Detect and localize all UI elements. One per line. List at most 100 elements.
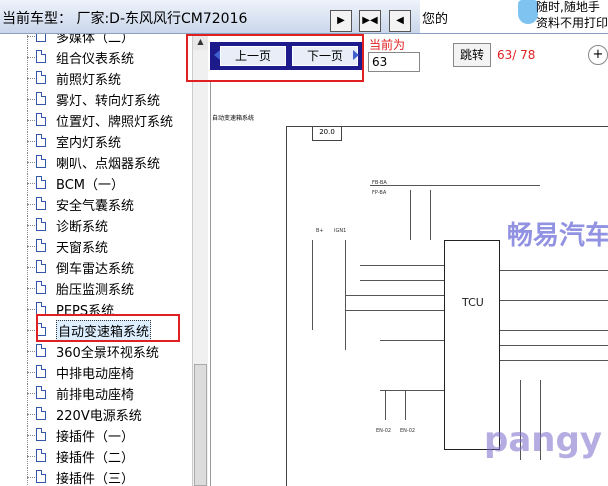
tree-connector-dash bbox=[27, 36, 35, 37]
diagram-label: EN-02 bbox=[376, 428, 392, 434]
tcu-module bbox=[444, 240, 500, 450]
sidebar-item[interactable]: 前排电动座椅 bbox=[0, 383, 192, 403]
document-icon bbox=[36, 176, 46, 189]
wire-line bbox=[360, 280, 444, 281]
tree-connector-dash bbox=[27, 204, 35, 205]
sidebar-item[interactable]: 喇叭、点烟器系统 bbox=[0, 152, 192, 172]
watermark-logo: pangy bbox=[484, 420, 602, 460]
sidebar-item[interactable]: 雾灯、转向灯系统 bbox=[0, 89, 192, 109]
document-icon bbox=[36, 155, 46, 168]
tree-connector-dash bbox=[27, 351, 35, 352]
document-icon bbox=[36, 197, 46, 210]
sidebar-item-label: 多媒体（二） bbox=[56, 34, 135, 46]
tree-connector-dash bbox=[27, 330, 35, 331]
sidebar-item[interactable]: 接插件（一） bbox=[0, 425, 192, 445]
sidebar-item-label: 胎压监测系统 bbox=[56, 283, 135, 298]
page-count: 63/ 78 bbox=[497, 48, 536, 62]
document-icon bbox=[36, 50, 46, 63]
sidebar-item-label: 天窗系统 bbox=[56, 241, 109, 256]
nav-highlight-box bbox=[186, 34, 364, 82]
document-icon bbox=[36, 71, 46, 84]
tree-connector-dash bbox=[27, 456, 35, 457]
zoom-in-button[interactable]: + bbox=[588, 45, 608, 65]
current-page-label: 当前为 bbox=[369, 38, 406, 52]
sidebar-item[interactable]: 组合仪表系统 bbox=[0, 47, 192, 67]
document-icon bbox=[36, 281, 46, 294]
tree-connector-dash bbox=[27, 393, 35, 394]
sidebar-item[interactable]: 前照灯系统 bbox=[0, 68, 192, 88]
selection-highlight-box bbox=[36, 314, 180, 342]
ad-line-2: 资料不用打印 bbox=[536, 16, 608, 30]
tree-connector-dash bbox=[27, 225, 35, 226]
wire-line bbox=[500, 345, 608, 346]
sidebar-item-label: 喇叭、点烟器系统 bbox=[56, 157, 161, 172]
sidebar-item-label: 接插件（三） bbox=[56, 472, 135, 486]
sidebar-item-label: 220V电源系统 bbox=[56, 409, 142, 424]
document-icon bbox=[36, 407, 46, 420]
sidebar-item[interactable]: 360全景环视系统 bbox=[0, 341, 192, 361]
page-number-input[interactable] bbox=[368, 52, 420, 72]
wire-line bbox=[345, 310, 444, 311]
sidebar-item[interactable]: 位置灯、牌照灯系统 bbox=[0, 110, 192, 130]
play-forward-button[interactable]: ▶ bbox=[330, 10, 352, 32]
sidebar-item-label: 前照灯系统 bbox=[56, 73, 122, 88]
diagram-label: B+ bbox=[316, 228, 324, 234]
diagram-tab: 20.0 bbox=[312, 126, 342, 141]
tree-connector-dash bbox=[27, 372, 35, 373]
document-icon bbox=[36, 34, 46, 42]
document-icon bbox=[36, 92, 46, 105]
diagram-label: FP-BA bbox=[372, 190, 387, 196]
vehicle-title: 当前车型： 厂家:D-东风风行CM72016 bbox=[2, 11, 248, 27]
wire-line bbox=[500, 270, 608, 271]
wire-line bbox=[345, 295, 444, 296]
sidebar-item[interactable]: 安全气囊系统 bbox=[0, 194, 192, 214]
tree-connector-dash bbox=[27, 99, 35, 100]
wire-line bbox=[500, 330, 608, 331]
play-back-button[interactable]: ◀ bbox=[389, 10, 411, 32]
sidebar-item[interactable]: 接插件（二） bbox=[0, 446, 192, 466]
document-icon bbox=[36, 134, 46, 147]
sidebar-item-label: 位置灯、牌照灯系统 bbox=[56, 115, 174, 130]
document-heading: 自动变速箱系统 bbox=[212, 115, 255, 122]
sidebar-item[interactable]: 220V电源系统 bbox=[0, 404, 192, 424]
sidebar-item[interactable]: 天窗系统 bbox=[0, 236, 192, 256]
sidebar-item-label: 组合仪表系统 bbox=[56, 52, 135, 67]
sidebar-item[interactable]: 室内灯系统 bbox=[0, 131, 192, 151]
document-icon bbox=[36, 449, 46, 462]
sidebar-item[interactable]: 胎压监测系统 bbox=[0, 278, 192, 298]
sidebar-item-label: 360全景环视系统 bbox=[56, 346, 159, 361]
sidebar-item-label: 诊断系统 bbox=[56, 220, 109, 235]
sidebar-item[interactable]: 倒车雷达系统 bbox=[0, 257, 192, 277]
sidebar-item[interactable]: 接插件（三） bbox=[0, 467, 192, 486]
sidebar-item-label: 中排电动座椅 bbox=[56, 367, 135, 382]
jump-button[interactable]: 跳转 bbox=[453, 43, 491, 67]
note-text: 您的 bbox=[422, 12, 449, 27]
document-icon bbox=[36, 365, 46, 378]
sidebar-item[interactable]: 中排电动座椅 bbox=[0, 362, 192, 382]
sidebar-tree: 多媒体（二） 组合仪表系统 前照灯系统雾灯、转向灯系统 位置灯、牌照灯系统 室内灯系统喇… bbox=[0, 34, 192, 486]
sidebar-item[interactable]: 多媒体（二） bbox=[0, 34, 192, 46]
sidebar-item-label: 室内灯系统 bbox=[56, 136, 122, 151]
document-icon bbox=[36, 386, 46, 399]
ad-bubble-icon bbox=[518, 0, 538, 24]
wire-line bbox=[500, 300, 608, 301]
wire-line bbox=[385, 390, 386, 420]
sidebar-item[interactable]: 诊断系统 bbox=[0, 215, 192, 235]
tree-connector-dash bbox=[27, 477, 35, 478]
tree-connector-dash bbox=[27, 414, 35, 415]
sidebar-scrollbar[interactable]: ▲ bbox=[192, 34, 208, 486]
document-icon bbox=[36, 260, 46, 273]
sidebar-item-label: 接插件（一） bbox=[56, 430, 135, 445]
ad-line-1: 随时,随地手 bbox=[536, 0, 600, 14]
wire-line bbox=[405, 390, 406, 420]
tree-connector-dash bbox=[27, 435, 35, 436]
scroll-thumb[interactable] bbox=[194, 364, 207, 486]
tree-connector-dash bbox=[27, 120, 35, 121]
wire-line bbox=[410, 190, 411, 240]
sidebar-item-label: 前排电动座椅 bbox=[56, 388, 135, 403]
sidebar-item-label: BCM（一） bbox=[56, 178, 124, 193]
split-view-button[interactable]: ▶◀ bbox=[359, 10, 381, 32]
sidebar-item-label: 雾灯、转向灯系统 bbox=[56, 94, 161, 109]
sidebar-item[interactable]: BCM（一） bbox=[0, 173, 192, 193]
wire-line bbox=[312, 240, 313, 330]
